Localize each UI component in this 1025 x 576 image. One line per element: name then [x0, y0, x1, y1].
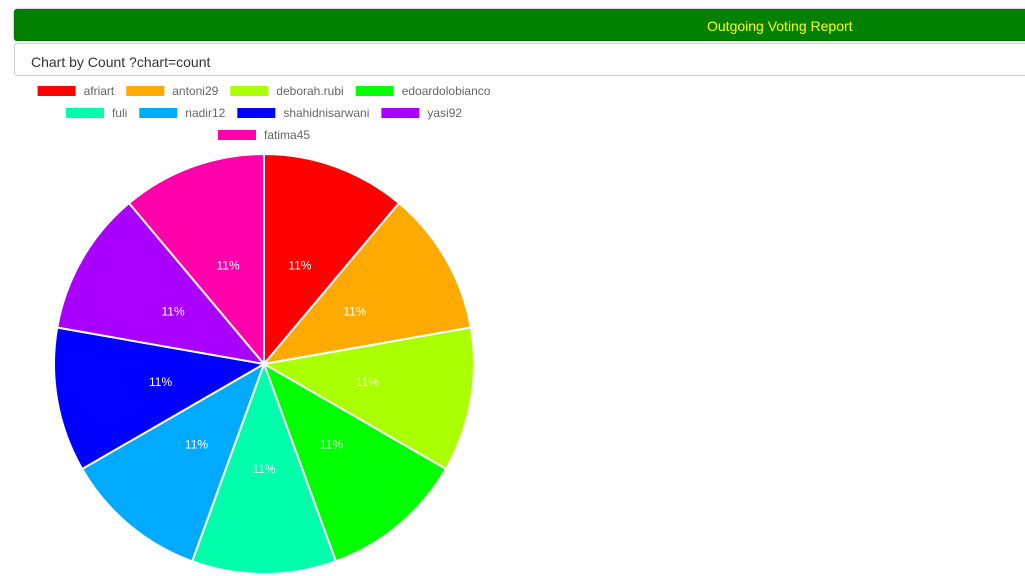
slice-percent-label: 11%	[252, 462, 275, 476]
legend-swatch	[237, 108, 276, 118]
pie-chart: afriart antoni29 deborah.rubi edoardolobian…	[37, 84, 491, 575]
slice-percent-label: 11%	[149, 375, 172, 389]
legend-label: afriart	[84, 84, 115, 98]
legend-item-fatima45[interactable]: fatima45	[217, 128, 310, 142]
legend-label: nadir12	[185, 106, 225, 120]
legend-label: deborah.rubi	[276, 84, 343, 98]
slice-percent-label: 11%	[161, 305, 184, 319]
slice-percent-label: 11%	[320, 437, 343, 451]
legend-item-nadir12[interactable]: nadir12	[139, 106, 226, 120]
legend-label: edoardolobianco	[402, 84, 491, 98]
legend-label: yasi92	[427, 106, 462, 120]
legend-label: fuli	[112, 106, 127, 120]
legend-item-deborah-rubi[interactable]: deborah.rubi	[230, 84, 344, 98]
legend-swatch	[355, 86, 394, 96]
legend-swatch	[65, 108, 104, 118]
chart-legend: afriart antoni29 deborah.rubi edoardolobian…	[37, 84, 491, 142]
slice-percent-label: 11%	[288, 258, 311, 272]
legend-item-yasi92[interactable]: yasi92	[381, 106, 462, 120]
slice-percent-label: 11%	[217, 258, 240, 272]
pie-slices	[53, 152, 475, 575]
legend-swatch	[217, 130, 256, 140]
legend-item-antoni29[interactable]: antoni29	[126, 84, 219, 98]
legend-swatch	[139, 108, 178, 118]
slice-percent-label: 11%	[343, 305, 366, 319]
legend-label: fatima45	[264, 128, 310, 142]
legend-label: shahidnisarwani	[283, 106, 369, 120]
legend-item-shahidnisarwani[interactable]: shahidnisarwani	[237, 106, 369, 120]
legend-swatch	[37, 86, 76, 96]
slice-percent-label: 11%	[185, 437, 208, 451]
legend-swatch	[126, 86, 165, 96]
legend-item-edoardolobianco[interactable]: edoardolobianco	[355, 84, 491, 98]
legend-swatch	[381, 108, 420, 118]
legend-label: antoni29	[172, 84, 218, 98]
legend-item-afriart[interactable]: afriart	[37, 84, 115, 98]
slice-percent-label: 11%	[356, 375, 379, 389]
legend-swatch	[230, 86, 269, 96]
legend-item-fuli[interactable]: fuli	[65, 106, 127, 120]
